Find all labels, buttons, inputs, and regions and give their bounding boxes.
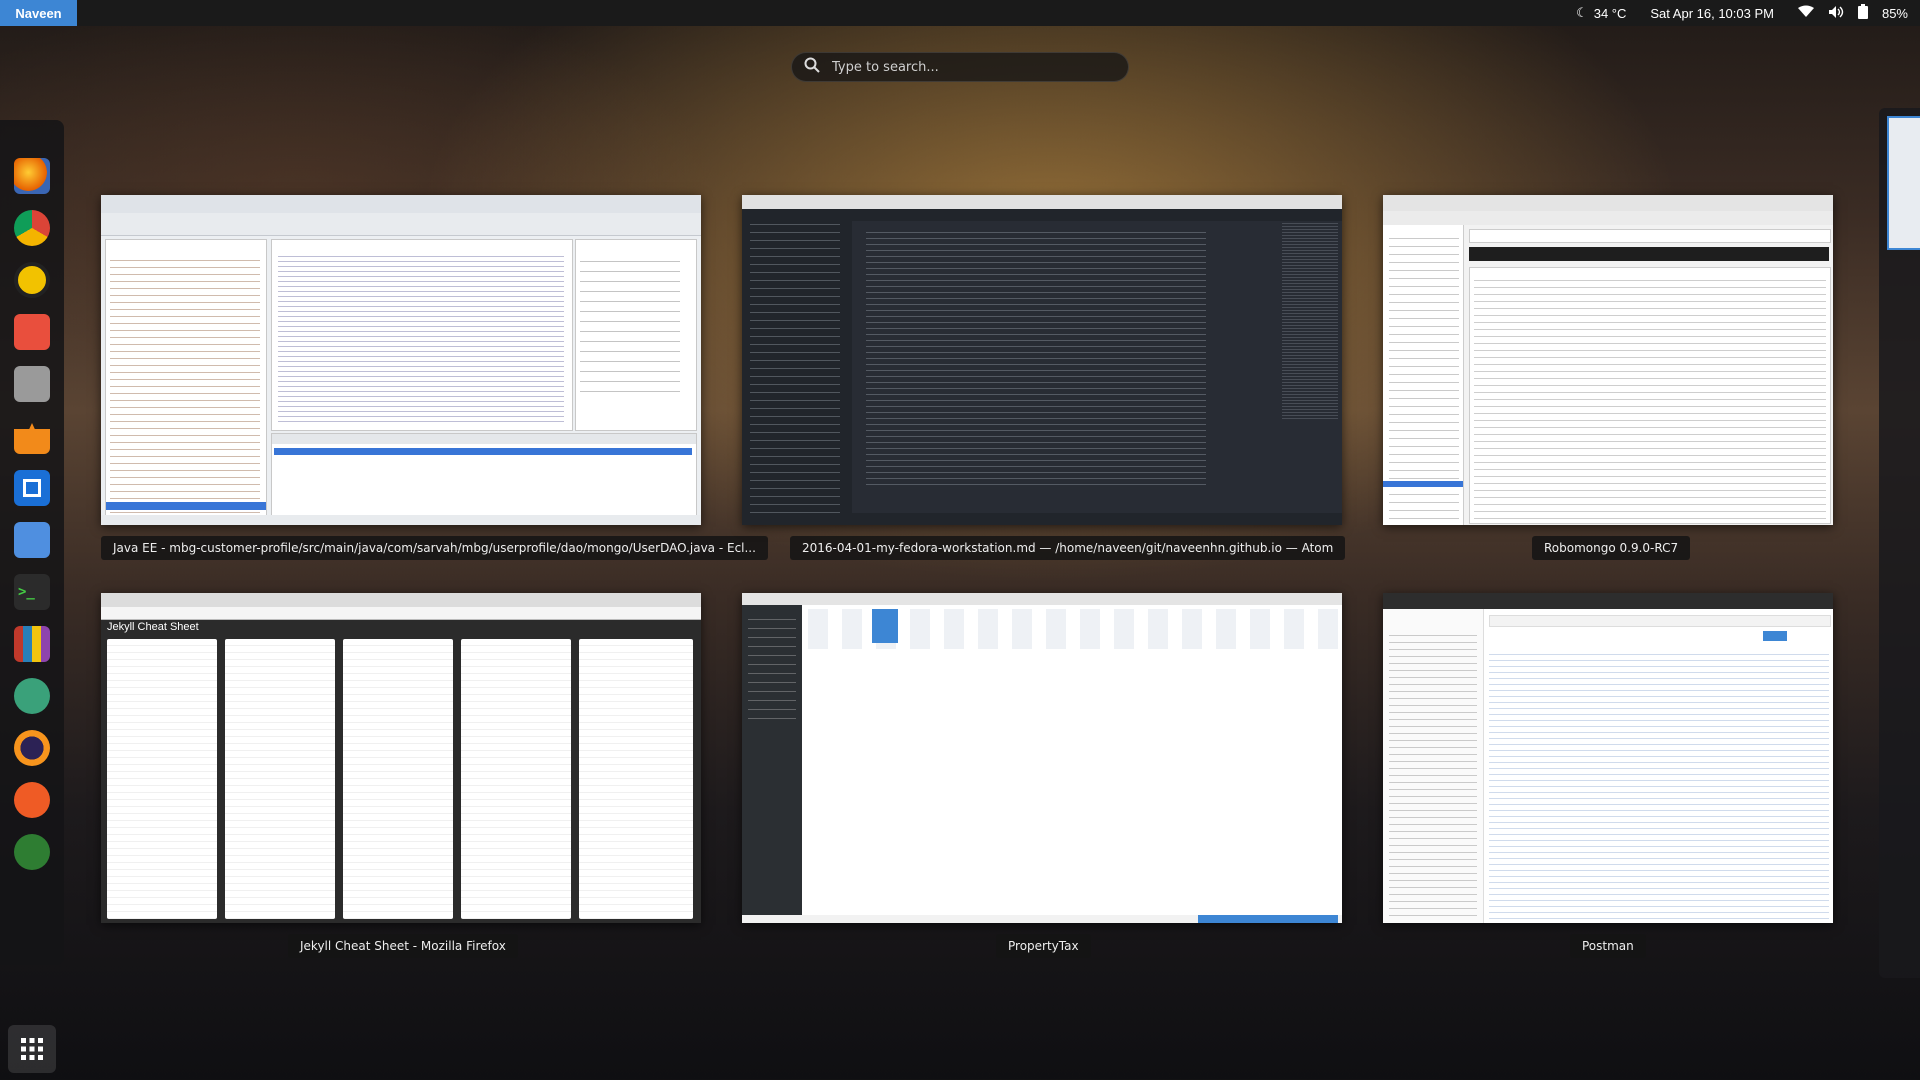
window-caption: Jekyll Cheat Sheet - Mozilla Firefox: [288, 934, 518, 958]
document-icon[interactable]: [14, 522, 50, 558]
window-thumbnail-atom[interactable]: [742, 195, 1342, 525]
files-icon[interactable]: [14, 366, 50, 402]
window-thumbnail-firefox[interactable]: Jekyll Cheat Sheet: [101, 593, 701, 923]
weather-indicator[interactable]: ☾ 34 °C: [1564, 0, 1638, 26]
dash: >_: [0, 120, 64, 1073]
battery-percentage: 85%: [1881, 5, 1908, 21]
search-box[interactable]: [791, 52, 1129, 82]
workspace-switcher: [1879, 108, 1920, 978]
library-icon[interactable]: [14, 626, 50, 662]
search-input[interactable]: [830, 58, 1104, 76]
eclipse-icon[interactable]: [14, 730, 50, 766]
window-caption: Postman: [1570, 934, 1646, 958]
window-caption: PropertyTax: [996, 934, 1091, 958]
window-thumbnail-files[interactable]: [742, 593, 1342, 923]
user-menu-button[interactable]: Naveen: [0, 0, 77, 26]
top-bar: Naveen ☾ 34 °C Sat Apr 16, 10:03 PM 85%: [0, 0, 1920, 26]
battery-icon: [1857, 4, 1868, 22]
window-thumbnail-eclipse[interactable]: [101, 195, 701, 525]
window-thumbnail-postman[interactable]: [1383, 593, 1833, 923]
clock[interactable]: Sat Apr 16, 10:03 PM: [1638, 0, 1786, 26]
robomongo-icon[interactable]: [14, 834, 50, 870]
search-icon: [804, 57, 820, 77]
weather-temperature: 34 °C: [1593, 5, 1627, 21]
slack-icon[interactable]: [14, 470, 50, 506]
workspace-thumbnail-active[interactable]: [1887, 116, 1920, 250]
volume-icon: [1828, 5, 1844, 22]
show-applications-icon: [21, 1038, 43, 1060]
system-status-menu[interactable]: 85%: [1786, 0, 1920, 26]
window-thumbnail-robomongo[interactable]: [1383, 195, 1833, 525]
window-caption: Robomongo 0.9.0-RC7: [1532, 536, 1691, 560]
wifi-icon: [1797, 5, 1814, 21]
chrome-icon[interactable]: [14, 210, 50, 246]
weather-night-icon: ☾: [1576, 5, 1588, 20]
vlc-icon[interactable]: [14, 418, 50, 454]
firefox-icon[interactable]: [14, 158, 50, 194]
postman-icon[interactable]: [14, 782, 50, 818]
terminal-icon[interactable]: >_: [14, 574, 50, 610]
rhythmbox-icon[interactable]: [14, 262, 50, 298]
jekyll-heading: Jekyll Cheat Sheet: [107, 621, 199, 633]
software-center-icon[interactable]: [14, 314, 50, 350]
atom-icon[interactable]: [14, 678, 50, 714]
window-caption: Java EE - mbg-customer-profile/src/main/…: [101, 536, 768, 560]
window-caption: 2016-04-01-my-fedora-workstation.md — /h…: [790, 536, 1346, 560]
show-applications-button[interactable]: [8, 1025, 56, 1073]
